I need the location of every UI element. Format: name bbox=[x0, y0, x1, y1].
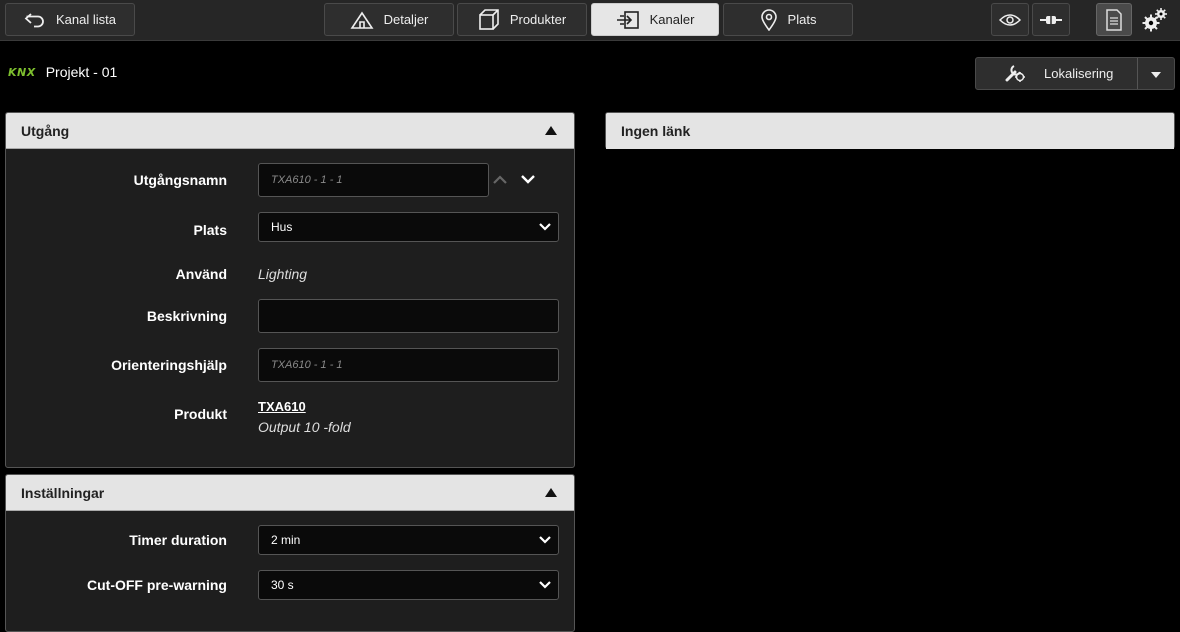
cutoff-select[interactable]: 30 s bbox=[258, 570, 559, 600]
gears-icon bbox=[1142, 7, 1168, 33]
output-panel-title: Utgång bbox=[21, 122, 70, 139]
timer-select[interactable]: 2 min bbox=[258, 525, 559, 555]
tab-channels-label: Kanaler bbox=[649, 12, 695, 27]
channel-icon bbox=[616, 10, 640, 30]
description-input[interactable] bbox=[258, 299, 559, 333]
tab-details-label: Detaljer bbox=[383, 12, 429, 27]
settings-panel-header[interactable]: Inställningar bbox=[6, 475, 574, 511]
orientation-input[interactable]: TXA610 - 1 - 1 bbox=[258, 348, 559, 382]
view-button[interactable] bbox=[991, 3, 1029, 36]
document-icon bbox=[1105, 8, 1123, 31]
product-description: Output 10 -fold bbox=[258, 419, 351, 435]
place-label: Plats bbox=[193, 222, 227, 238]
home-icon bbox=[350, 10, 374, 30]
output-panel-header[interactable]: Utgång bbox=[6, 113, 574, 149]
plug-icon bbox=[1039, 14, 1063, 26]
link-panel-title: Ingen länk bbox=[621, 123, 691, 139]
timer-label: Timer duration bbox=[129, 532, 227, 548]
collapse-triangle-icon[interactable] bbox=[545, 488, 557, 497]
product-label: Produkt bbox=[174, 406, 227, 422]
place-select[interactable]: Hus bbox=[258, 212, 559, 242]
collapse-triangle-icon[interactable] bbox=[545, 126, 557, 135]
use-value: Lighting bbox=[258, 266, 308, 282]
back-button-label: Kanal lista bbox=[56, 12, 116, 27]
output-panel: Utgång Utgångsnamn TXA610 - 1 - 1 Plats … bbox=[5, 112, 575, 468]
tab-products[interactable]: Produkter bbox=[457, 3, 587, 36]
use-label: Använd bbox=[175, 266, 227, 282]
eye-icon bbox=[999, 13, 1021, 27]
tab-place[interactable]: Plats bbox=[723, 3, 853, 36]
description-label: Beskrivning bbox=[146, 308, 227, 324]
project-header: KNX Projekt - 01 bbox=[8, 64, 117, 80]
back-arrow-icon bbox=[24, 12, 46, 28]
document-button[interactable] bbox=[1096, 3, 1132, 36]
tab-place-label: Plats bbox=[787, 12, 817, 27]
location-pin-icon bbox=[760, 8, 778, 31]
chevron-down-icon bbox=[539, 533, 551, 547]
settings-panel-title: Inställningar bbox=[21, 484, 105, 501]
connection-button[interactable] bbox=[1032, 3, 1070, 36]
output-name-label: Utgångsnamn bbox=[133, 172, 227, 188]
knx-logo: KNX bbox=[8, 65, 36, 79]
link-panel-header: Ingen länk bbox=[606, 113, 1174, 149]
box-icon bbox=[478, 8, 500, 31]
orientation-label: Orienteringshjälp bbox=[111, 357, 227, 373]
caret-down-icon bbox=[1151, 66, 1161, 81]
localize-split-button: Lokalisering bbox=[975, 57, 1175, 90]
wrench-locate-icon bbox=[1004, 61, 1026, 86]
localize-dropdown-toggle[interactable] bbox=[1138, 58, 1174, 89]
chevron-down-icon bbox=[539, 220, 551, 234]
localize-button[interactable]: Lokalisering bbox=[976, 58, 1138, 89]
place-select-value: Hus bbox=[271, 220, 293, 234]
cutoff-label: Cut-OFF pre-warning bbox=[87, 577, 227, 593]
chevron-up-icon[interactable] bbox=[493, 171, 507, 189]
project-title: Projekt - 01 bbox=[45, 64, 118, 80]
link-panel: Ingen länk bbox=[605, 112, 1175, 149]
tab-details[interactable]: Detaljer bbox=[324, 3, 454, 36]
localize-label: Lokalisering bbox=[1044, 66, 1114, 81]
top-toolbar: Kanal lista Detaljer Produkter Kanaler P… bbox=[0, 0, 1180, 41]
tab-channels[interactable]: Kanaler bbox=[591, 3, 719, 36]
cutoff-select-value: 30 s bbox=[271, 578, 294, 592]
timer-select-value: 2 min bbox=[271, 533, 301, 547]
settings-panel: Inställningar Timer duration 2 min Cut-O… bbox=[5, 474, 575, 632]
chevron-down-icon bbox=[539, 578, 551, 592]
product-link[interactable]: TXA610 bbox=[258, 399, 306, 414]
output-name-input[interactable]: TXA610 - 1 - 1 bbox=[258, 163, 489, 197]
tab-products-label: Produkter bbox=[509, 12, 567, 27]
back-to-channel-list-button[interactable]: Kanal lista bbox=[5, 3, 135, 36]
settings-button[interactable] bbox=[1136, 3, 1174, 36]
chevron-down-icon[interactable] bbox=[521, 171, 535, 189]
